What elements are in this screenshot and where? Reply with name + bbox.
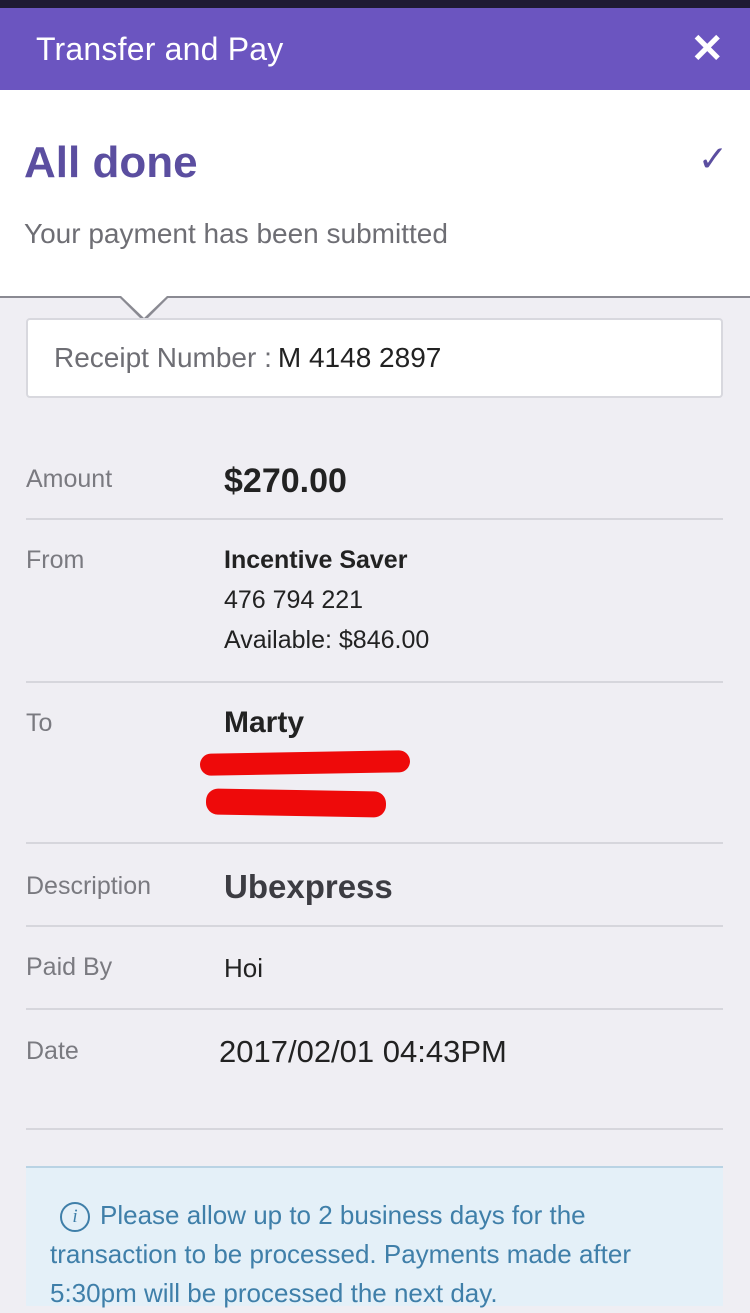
redaction-mark (205, 788, 387, 818)
divider (26, 518, 723, 520)
divider (26, 681, 723, 683)
divider (26, 1128, 723, 1130)
app-header: Transfer and Pay ✕ (0, 8, 750, 90)
divider (26, 842, 723, 844)
info-icon: i (60, 1202, 90, 1232)
receipt-value: M 4148 2897 (277, 342, 442, 373)
paid-by-value: Hoi (224, 953, 264, 983)
from-label: From (26, 546, 85, 574)
checkmark-icon: ✓ (697, 138, 728, 179)
panel-pointer-fill (121, 296, 167, 318)
to-label: To (26, 709, 53, 737)
amount-label: Amount (26, 465, 113, 493)
description-label: Description (26, 872, 152, 900)
divider (26, 925, 723, 927)
status-bar (0, 0, 750, 8)
confirmation-subtitle: Your payment has been submitted (24, 218, 448, 249)
date-value: 2017/02/01 04:43PM (219, 1034, 507, 1069)
divider (26, 1008, 723, 1010)
from-available-balance: Available: $846.00 (224, 626, 430, 654)
from-account-number: 476 794 221 (224, 586, 364, 614)
description-value: Ubexpress (224, 868, 393, 905)
processing-notice: i Please allow up to 2 business days for … (26, 1166, 723, 1308)
to-name: Marty (224, 706, 305, 739)
redaction-mark (199, 750, 411, 776)
paid-by-label: Paid By (26, 953, 113, 981)
close-icon[interactable]: ✕ (690, 29, 724, 69)
header-title: Transfer and Pay (36, 30, 284, 67)
amount-value: $270.00 (224, 462, 347, 500)
confirmation-panel: All done ✓ Your payment has been submitt… (0, 90, 750, 298)
notice-text: Please allow up to 2 business days for t… (50, 1200, 631, 1308)
receipt-number-box: Receipt Number : M 4148 2897 (26, 318, 723, 398)
date-label: Date (26, 1037, 79, 1065)
confirmation-title: All done (24, 138, 198, 187)
receipt-label: Receipt Number : (54, 342, 272, 373)
from-account-name: Incentive Saver (224, 546, 408, 574)
